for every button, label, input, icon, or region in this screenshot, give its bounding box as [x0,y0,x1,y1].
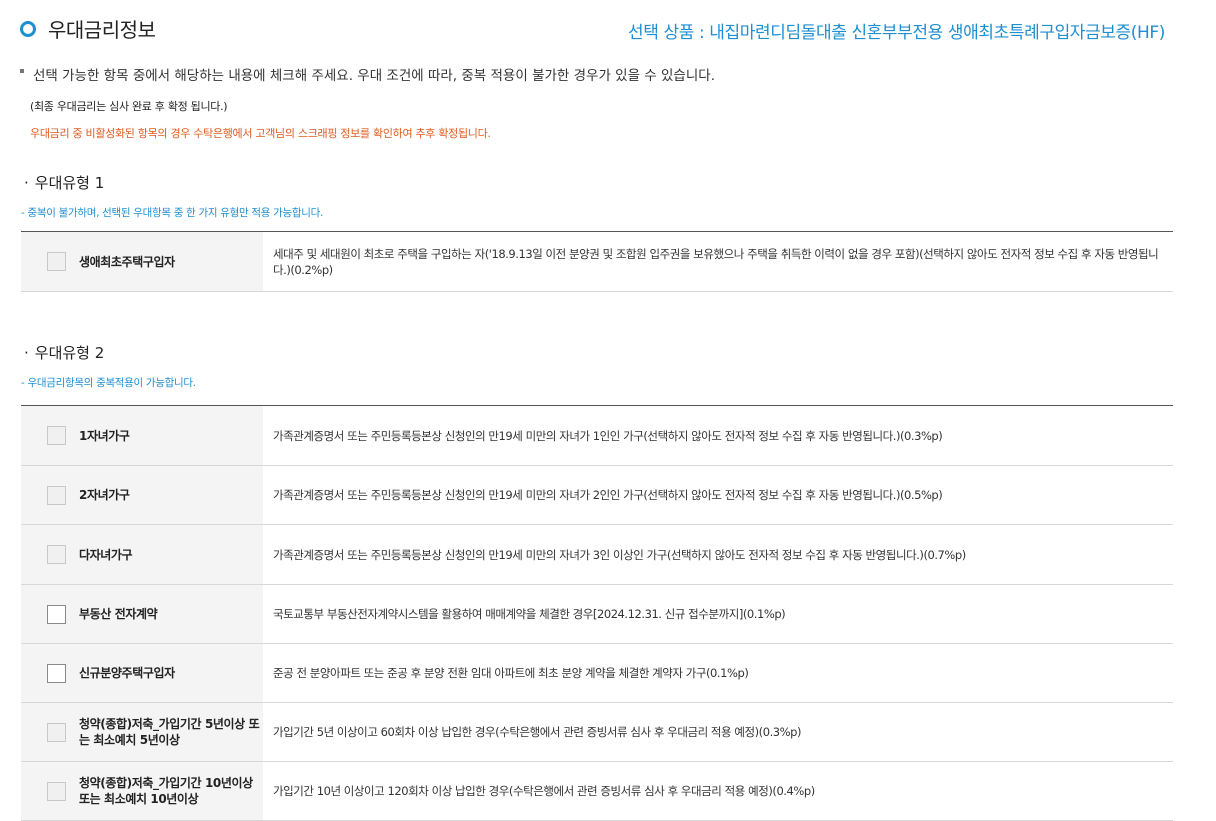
section-title-type2: · 우대유형 2 [24,342,104,363]
title-bullet-icon [20,20,36,37]
selected-product: 선택 상품 : 내집마련디딤돌대출 신혼부부전용 생애최초특례구입자금보증(HF… [627,23,1165,43]
benefit-row: 생애최초주택구입자 세대주 및 세대원이 최초로 주택을 구입하는 자('18.… [21,232,1173,292]
dot-bullet-icon: · [24,344,29,362]
benefit-checkbox[interactable] [47,663,66,683]
benefit-row-label-cell: 생애최초주택구입자 [21,232,263,291]
benefit-checkbox[interactable] [47,485,66,505]
notice-text: 선택 가능한 항목 중에서 해당하는 내용에 체크해 주세요. 우대 조건에 따… [33,68,715,84]
benefit-checkbox[interactable] [47,604,66,624]
benefit-description: 가족관계증명서 또는 주민등록등본상 신청인의 만19세 미만의 자녀가 1인인… [273,428,943,443]
benefit-checkbox[interactable] [47,722,66,742]
benefit-row: 부동산 전자계약 국토교통부 부동산전자계약시스템을 활용하여 매매계약을 체결… [21,585,1173,644]
final-rate-note: (최종 우대금리는 심사 완료 후 확정 됩니다.) [30,100,228,113]
dot-bullet-icon: · [24,174,29,192]
benefit-row-label-cell: 다자녀가구 [21,525,263,584]
benefit-row-label-cell: 1자녀가구 [21,406,263,465]
benefit-table-type1: 생애최초주택구입자 세대주 및 세대원이 최초로 주택을 구입하는 자('18.… [21,231,1173,292]
benefit-row: 2자녀가구 가족관계증명서 또는 주민등록등본상 신청인의 만19세 미만의 자… [21,466,1173,525]
title-wrap: 우대금리정보 [20,14,156,43]
benefit-row-label-cell: 청약(종합)저축_가입기간 10년이상 또는 최소예치 10년이상 [21,762,263,820]
benefit-label: 생애최초주택구입자 [79,254,175,269]
section-desc-type1: - 중복이 불가하며, 선택된 우대항목 중 한 가지 유형만 적용 가능합니다… [21,207,324,219]
benefit-checkbox[interactable] [47,426,66,445]
benefit-row-label-cell: 청약(종합)저축_가입기간 5년이상 또는 최소예치 5년이상 [21,703,263,761]
section-title-text: 우대유형 1 [34,174,105,192]
benefit-label: 신규분양주택구입자 [79,666,175,680]
notice: 선택 가능한 항목 중에서 해당하는 내용에 체크해 주세요. 우대 조건에 따… [20,64,715,84]
section-title-text: 우대유형 2 [34,344,105,362]
benefit-label: 다자녀가구 [79,547,133,562]
benefit-checkbox[interactable] [47,781,66,801]
section-title-type1: · 우대유형 1 [24,172,104,193]
benefit-row-label-cell: 부동산 전자계약 [21,585,263,643]
page-header: 우대금리정보 선택 상품 : 내집마련디딤돌대출 신혼부부전용 생애최초특례구입… [20,14,1165,50]
benefit-row-label-cell: 신규분양주택구입자 [21,644,263,702]
benefit-row: 청약(종합)저축_가입기간 10년이상 또는 최소예치 10년이상 가입기간 1… [21,762,1173,821]
section-desc-type2: - 우대금리항목의 중복적용이 가능합니다. [21,377,196,389]
benefit-checkbox[interactable] [47,252,66,271]
benefit-checkbox[interactable] [47,545,66,564]
benefit-description: 세대주 및 세대원이 최초로 주택을 구입하는 자('18.9.13일 이전 분… [273,246,1159,277]
benefit-label: 2자녀가구 [79,488,130,502]
page-title: 우대금리정보 [48,18,156,42]
benefit-description: 가입기간 5년 이상이고 60회차 이상 납입한 경우(수탁은행에서 관련 증빙… [273,725,802,739]
benefit-description: 가족관계증명서 또는 주민등록등본상 신청인의 만19세 미만의 자녀가 2인인… [273,488,943,502]
benefit-description: 국토교통부 부동산전자계약시스템을 활용하여 매매계약을 체결한 경우[2024… [273,607,786,621]
inactive-items-note: 우대금리 중 비활성화된 항목의 경우 수탁은행에서 고객님의 스크래핑 정보를… [30,127,491,140]
benefit-description: 가족관계증명서 또는 주민등록등본상 신청인의 만19세 미만의 자녀가 3인 … [273,547,966,562]
benefit-description: 준공 전 분양아파트 또는 준공 후 분양 전환 임대 아파트에 최초 분양 계… [273,666,749,680]
benefit-label: 1자녀가구 [79,428,130,443]
square-bullet-icon [20,69,24,73]
benefit-description: 가입기간 10년 이상이고 120회차 이상 납입한 경우(수탁은행에서 관련 … [273,784,815,798]
benefit-label: 청약(종합)저축_가입기간 5년이상 또는 최소예치 5년이상 [79,717,260,747]
benefit-row: 청약(종합)저축_가입기간 5년이상 또는 최소예치 5년이상 가입기간 5년 … [21,703,1173,762]
benefit-row-label-cell: 2자녀가구 [21,466,263,524]
benefit-row: 1자녀가구 가족관계증명서 또는 주민등록등본상 신청인의 만19세 미만의 자… [21,406,1173,466]
benefit-label: 청약(종합)저축_가입기간 10년이상 또는 최소예치 10년이상 [79,776,253,806]
benefit-table-type2: 1자녀가구 가족관계증명서 또는 주민등록등본상 신청인의 만19세 미만의 자… [21,405,1173,821]
benefit-row: 신규분양주택구입자 준공 전 분양아파트 또는 준공 후 분양 전환 임대 아파… [21,644,1173,703]
benefit-row: 다자녀가구 가족관계증명서 또는 주민등록등본상 신청인의 만19세 미만의 자… [21,525,1173,585]
benefit-label: 부동산 전자계약 [79,607,158,621]
